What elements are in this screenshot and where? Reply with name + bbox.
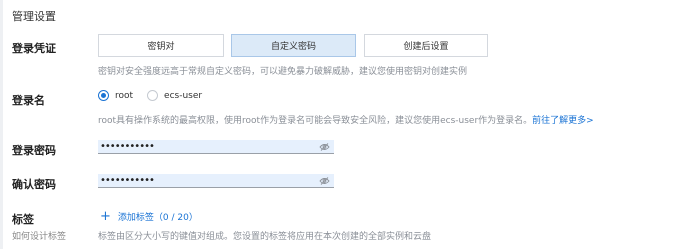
option-key-pair[interactable]: 密钥对 — [98, 34, 224, 57]
radio-root[interactable]: root — [98, 90, 133, 101]
confirm-password-input[interactable]: ••••••••••• — [98, 174, 334, 188]
learn-more-link[interactable]: 前往了解更多> — [532, 116, 594, 126]
login-password-input[interactable]: ••••••••••• — [98, 140, 334, 154]
login-credential-label: 登录凭证 — [12, 42, 56, 55]
left-edge-bar — [0, 0, 3, 249]
radio-checked-icon — [98, 90, 109, 101]
login-name-hint: root具有操作系统的最高权限，使用root作为登录名可能会导致安全风险，建议您… — [98, 113, 594, 126]
plus-icon: + — [100, 209, 111, 224]
section-title: 管理设置 — [12, 10, 56, 23]
tags-help-link[interactable]: 如何设计标签 — [12, 229, 66, 242]
eye-slash-icon[interactable] — [319, 143, 330, 151]
login-password-label: 登录密码 — [12, 144, 56, 157]
login-name-label: 登录名 — [12, 94, 45, 107]
tags-label: 标签 — [12, 213, 34, 226]
tags-hint: 标签由区分大小写的键值对组成。您设置的标签将应用在本次创建的全部实例和云盘 — [98, 232, 432, 242]
confirm-password-value: ••••••••••• — [100, 174, 155, 186]
radio-root-label: root — [115, 90, 134, 101]
confirm-password-label: 确认密码 — [12, 178, 56, 191]
login-name-hint-text: root具有操作系统的最高权限，使用root作为登录名可能会导致安全风险，建议您… — [98, 116, 533, 126]
login-credential-hint: 密钥对安全强度远高于常规自定义密码，可以避免暴力破解威胁，建议您使用密钥对创建实… — [98, 67, 468, 77]
radio-ecs-user-label: ecs-user — [164, 90, 203, 101]
login-password-value: ••••••••••• — [100, 140, 155, 152]
eye-slash-icon[interactable] — [319, 177, 330, 185]
login-name-radio-group: root ecs-user — [98, 90, 216, 101]
radio-unchecked-icon — [147, 90, 159, 101]
radio-ecs-user[interactable]: ecs-user — [147, 90, 202, 101]
tag-count: （0 / 20） — [153, 213, 198, 223]
option-custom-password[interactable]: 自定义密码 — [231, 34, 356, 57]
option-set-after-creation[interactable]: 创建后设置 — [364, 34, 488, 57]
add-tag-button[interactable]: + 添加标签 （0 / 20） — [100, 210, 198, 223]
add-tag-label: 添加标签 — [117, 213, 154, 223]
